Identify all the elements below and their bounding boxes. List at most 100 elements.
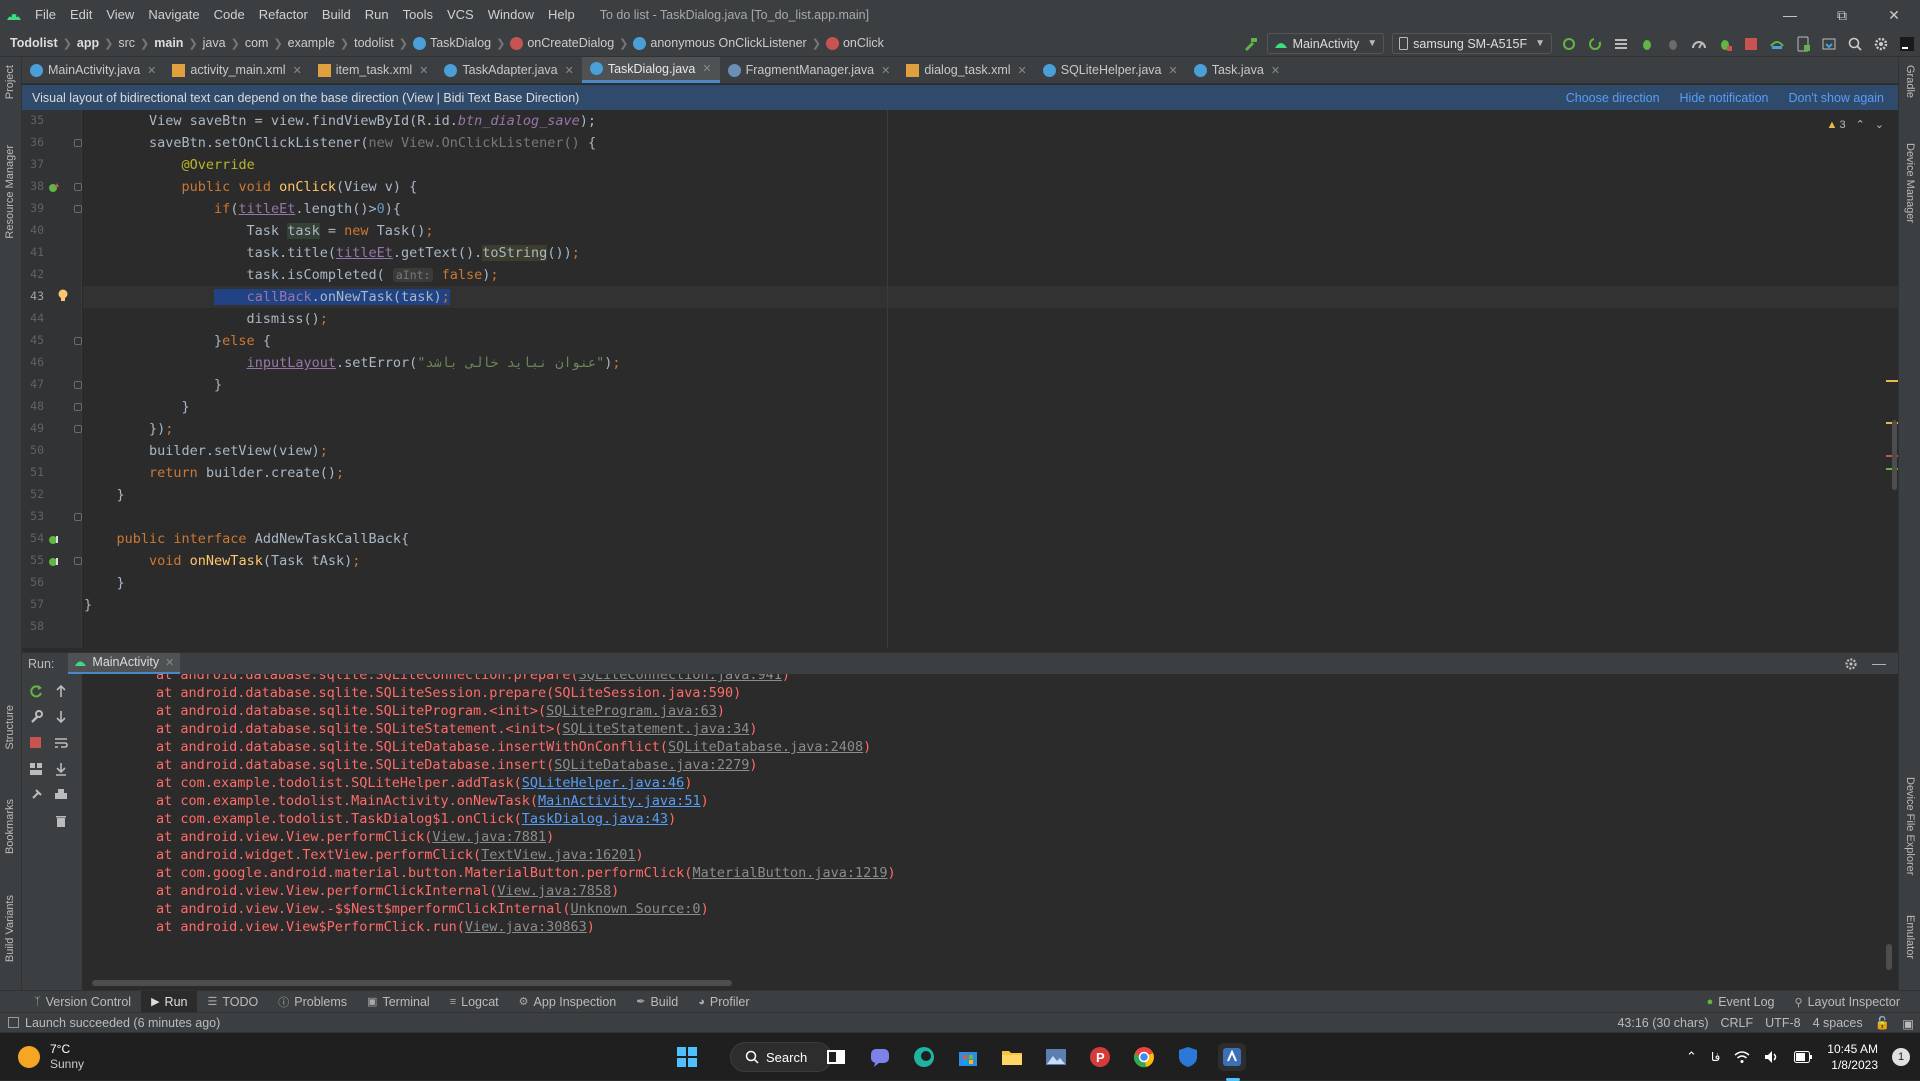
fold-marker-icon[interactable]	[74, 557, 82, 565]
fold-marker-icon[interactable]	[74, 183, 82, 191]
tab-task[interactable]: Task.java ✕	[1186, 57, 1288, 83]
volume-icon[interactable]	[1764, 1050, 1780, 1064]
stack-frame-link[interactable]: SQLiteDatabase.java:2408	[668, 739, 863, 755]
menu-navigate[interactable]: Navigate	[141, 0, 206, 30]
event-log-button[interactable]: ● Event Log	[1697, 991, 1785, 1013]
clear-all-trash-icon[interactable]	[54, 814, 68, 828]
profiler-button[interactable]: ◕ Profiler	[688, 991, 759, 1013]
close-window-button[interactable]: ✕	[1868, 0, 1920, 30]
rerun-icon[interactable]	[29, 684, 43, 698]
run-tool-button[interactable]: ▶ Run	[141, 990, 198, 1013]
hide-notification-link[interactable]: Hide notification	[1680, 91, 1769, 105]
teams-chat-icon[interactable]	[866, 1043, 894, 1071]
stack-frame-link[interactable]: MainActivity.java:51	[538, 793, 701, 809]
hammer-build-icon[interactable]	[1237, 30, 1263, 57]
resource-manager-button[interactable]: Resource Manager	[4, 145, 16, 239]
project-tool-window-button[interactable]: Project	[4, 65, 16, 99]
sync-gradle-icon[interactable]	[1764, 30, 1790, 57]
menu-edit[interactable]: Edit	[63, 0, 99, 30]
stack-frame-link[interactable]: Unknown Source:0	[571, 901, 701, 917]
console-horizontal-scrollbar[interactable]	[92, 980, 732, 986]
build-button[interactable]: ✒ Build	[626, 991, 688, 1013]
stack-frame-link[interactable]: SQLiteSession.java:590	[554, 685, 733, 701]
menu-view[interactable]: View	[99, 0, 141, 30]
soft-wrap-icon[interactable]	[54, 736, 68, 750]
minimize-button[interactable]: —	[1764, 0, 1816, 30]
restore-button[interactable]: ⧉	[1816, 0, 1868, 30]
tab-sqlitehelper[interactable]: SQLiteHelper.java ✕	[1035, 57, 1186, 83]
breadcrumb-example[interactable]: example	[284, 36, 339, 50]
choose-direction-link[interactable]: Choose direction	[1566, 91, 1660, 105]
battery-icon[interactable]	[1794, 1051, 1813, 1063]
taskbar-search-button[interactable]: Search	[730, 1042, 832, 1072]
security-shield-icon[interactable]	[1174, 1043, 1202, 1071]
device-file-explorer-button[interactable]: Device File Explorer	[1904, 777, 1916, 875]
app-inspection-button[interactable]: ⚙ App Inspection	[509, 991, 627, 1013]
close-tab-icon[interactable]: ✕	[1018, 64, 1027, 77]
stop-icon[interactable]	[29, 736, 42, 749]
close-tab-icon[interactable]: ✕	[419, 64, 428, 77]
wrench-icon[interactable]	[29, 710, 43, 724]
run-console[interactable]: at android.database.sqlite.SQLiteConnect…	[82, 674, 1898, 990]
build-variants-button[interactable]: Build Variants	[4, 895, 16, 962]
layout-inspector-button[interactable]: ⚲ Layout Inspector	[1785, 991, 1910, 1013]
next-highlight-icon[interactable]: ⌄	[1875, 118, 1884, 131]
stack-frame-link[interactable]: View.java:7881	[432, 829, 546, 845]
close-tab-icon[interactable]: ✕	[1271, 64, 1280, 77]
close-tab-icon[interactable]: ✕	[565, 64, 574, 77]
stack-frame-link[interactable]: TaskDialog.java:43	[522, 811, 668, 827]
pin-icon[interactable]	[29, 788, 43, 802]
override-gutter-icon[interactable]	[48, 182, 60, 194]
stack-frame-link[interactable]: SQLiteDatabase.java:2279	[554, 757, 749, 773]
device-manager-icon[interactable]	[1790, 30, 1816, 57]
scroll-up-icon[interactable]	[54, 684, 68, 698]
breadcrumb-todolist[interactable]: todolist	[350, 36, 398, 50]
breadcrumb-com[interactable]: com	[241, 36, 273, 50]
microsoft-store-icon[interactable]	[954, 1043, 982, 1071]
scroll-to-end-icon[interactable]	[54, 762, 68, 776]
settings-gear-icon[interactable]	[1868, 30, 1894, 57]
emulator-button[interactable]: Emulator	[1904, 915, 1916, 959]
todo-button[interactable]: ☰ TODO	[197, 991, 268, 1013]
tab-dialog-task[interactable]: dialog_task.xml ✕	[898, 57, 1034, 83]
profile-icon[interactable]	[1686, 30, 1712, 57]
breadcrumb-project[interactable]: Todolist	[0, 36, 62, 50]
bookmarks-button[interactable]: Bookmarks	[4, 799, 16, 854]
close-tab-icon[interactable]: ✕	[293, 64, 302, 77]
fold-marker-icon[interactable]	[74, 205, 82, 213]
breadcrumb-module[interactable]: app	[73, 36, 103, 50]
breadcrumb-anonymous[interactable]: anonymous OnClickListener	[629, 36, 810, 50]
red-app-icon[interactable]: P	[1086, 1043, 1114, 1071]
tab-item-task[interactable]: item_task.xml ✕	[310, 57, 437, 83]
close-tab-icon[interactable]: ✕	[147, 64, 156, 77]
weather-widget[interactable]: 7°C Sunny	[18, 1042, 84, 1071]
debug-attach-icon[interactable]	[1712, 30, 1738, 57]
file-explorer-icon[interactable]	[998, 1043, 1026, 1071]
version-control-button[interactable]: ᛉ Version Control	[24, 991, 141, 1013]
line-separator[interactable]: CRLF	[1721, 1016, 1754, 1030]
fold-marker-icon[interactable]	[74, 337, 82, 345]
close-tab-icon[interactable]: ✕	[881, 64, 890, 77]
status-message[interactable]: Launch succeeded (6 minutes ago)	[25, 1016, 220, 1030]
fold-marker-icon[interactable]	[74, 139, 82, 147]
indent-setting[interactable]: 4 spaces	[1813, 1016, 1863, 1030]
list-icon[interactable]	[1608, 30, 1634, 57]
fold-marker-icon[interactable]	[74, 403, 82, 411]
fold-marker-icon[interactable]	[74, 425, 82, 433]
windows-start-icon[interactable]	[673, 1043, 701, 1071]
run-config-select[interactable]: MainActivity ▼	[1266, 33, 1385, 54]
apply-code-changes-icon[interactable]	[1582, 30, 1608, 57]
menu-refactor[interactable]: Refactor	[252, 0, 315, 30]
caret-position[interactable]: 43:16 (30 chars)	[1617, 1016, 1708, 1030]
close-tab-icon[interactable]: ✕	[1169, 64, 1178, 77]
breadcrumb-main[interactable]: main	[150, 36, 187, 50]
lock-icon[interactable]: 🔓	[1875, 1016, 1891, 1031]
android-studio-taskbar-icon[interactable]	[1218, 1043, 1246, 1071]
logcat-button[interactable]: ≡ Logcat	[440, 991, 509, 1013]
hide-panel-icon[interactable]: —	[1872, 655, 1886, 671]
inspection-widget[interactable]: ▲ 3 ⌃ ⌄	[1827, 118, 1884, 132]
tab-taskdialog[interactable]: TaskDialog.java ✕	[581, 57, 720, 83]
scroll-down-icon[interactable]	[54, 710, 68, 724]
layout-icon[interactable]	[29, 762, 43, 776]
attach-debugger-icon[interactable]	[1660, 30, 1686, 57]
